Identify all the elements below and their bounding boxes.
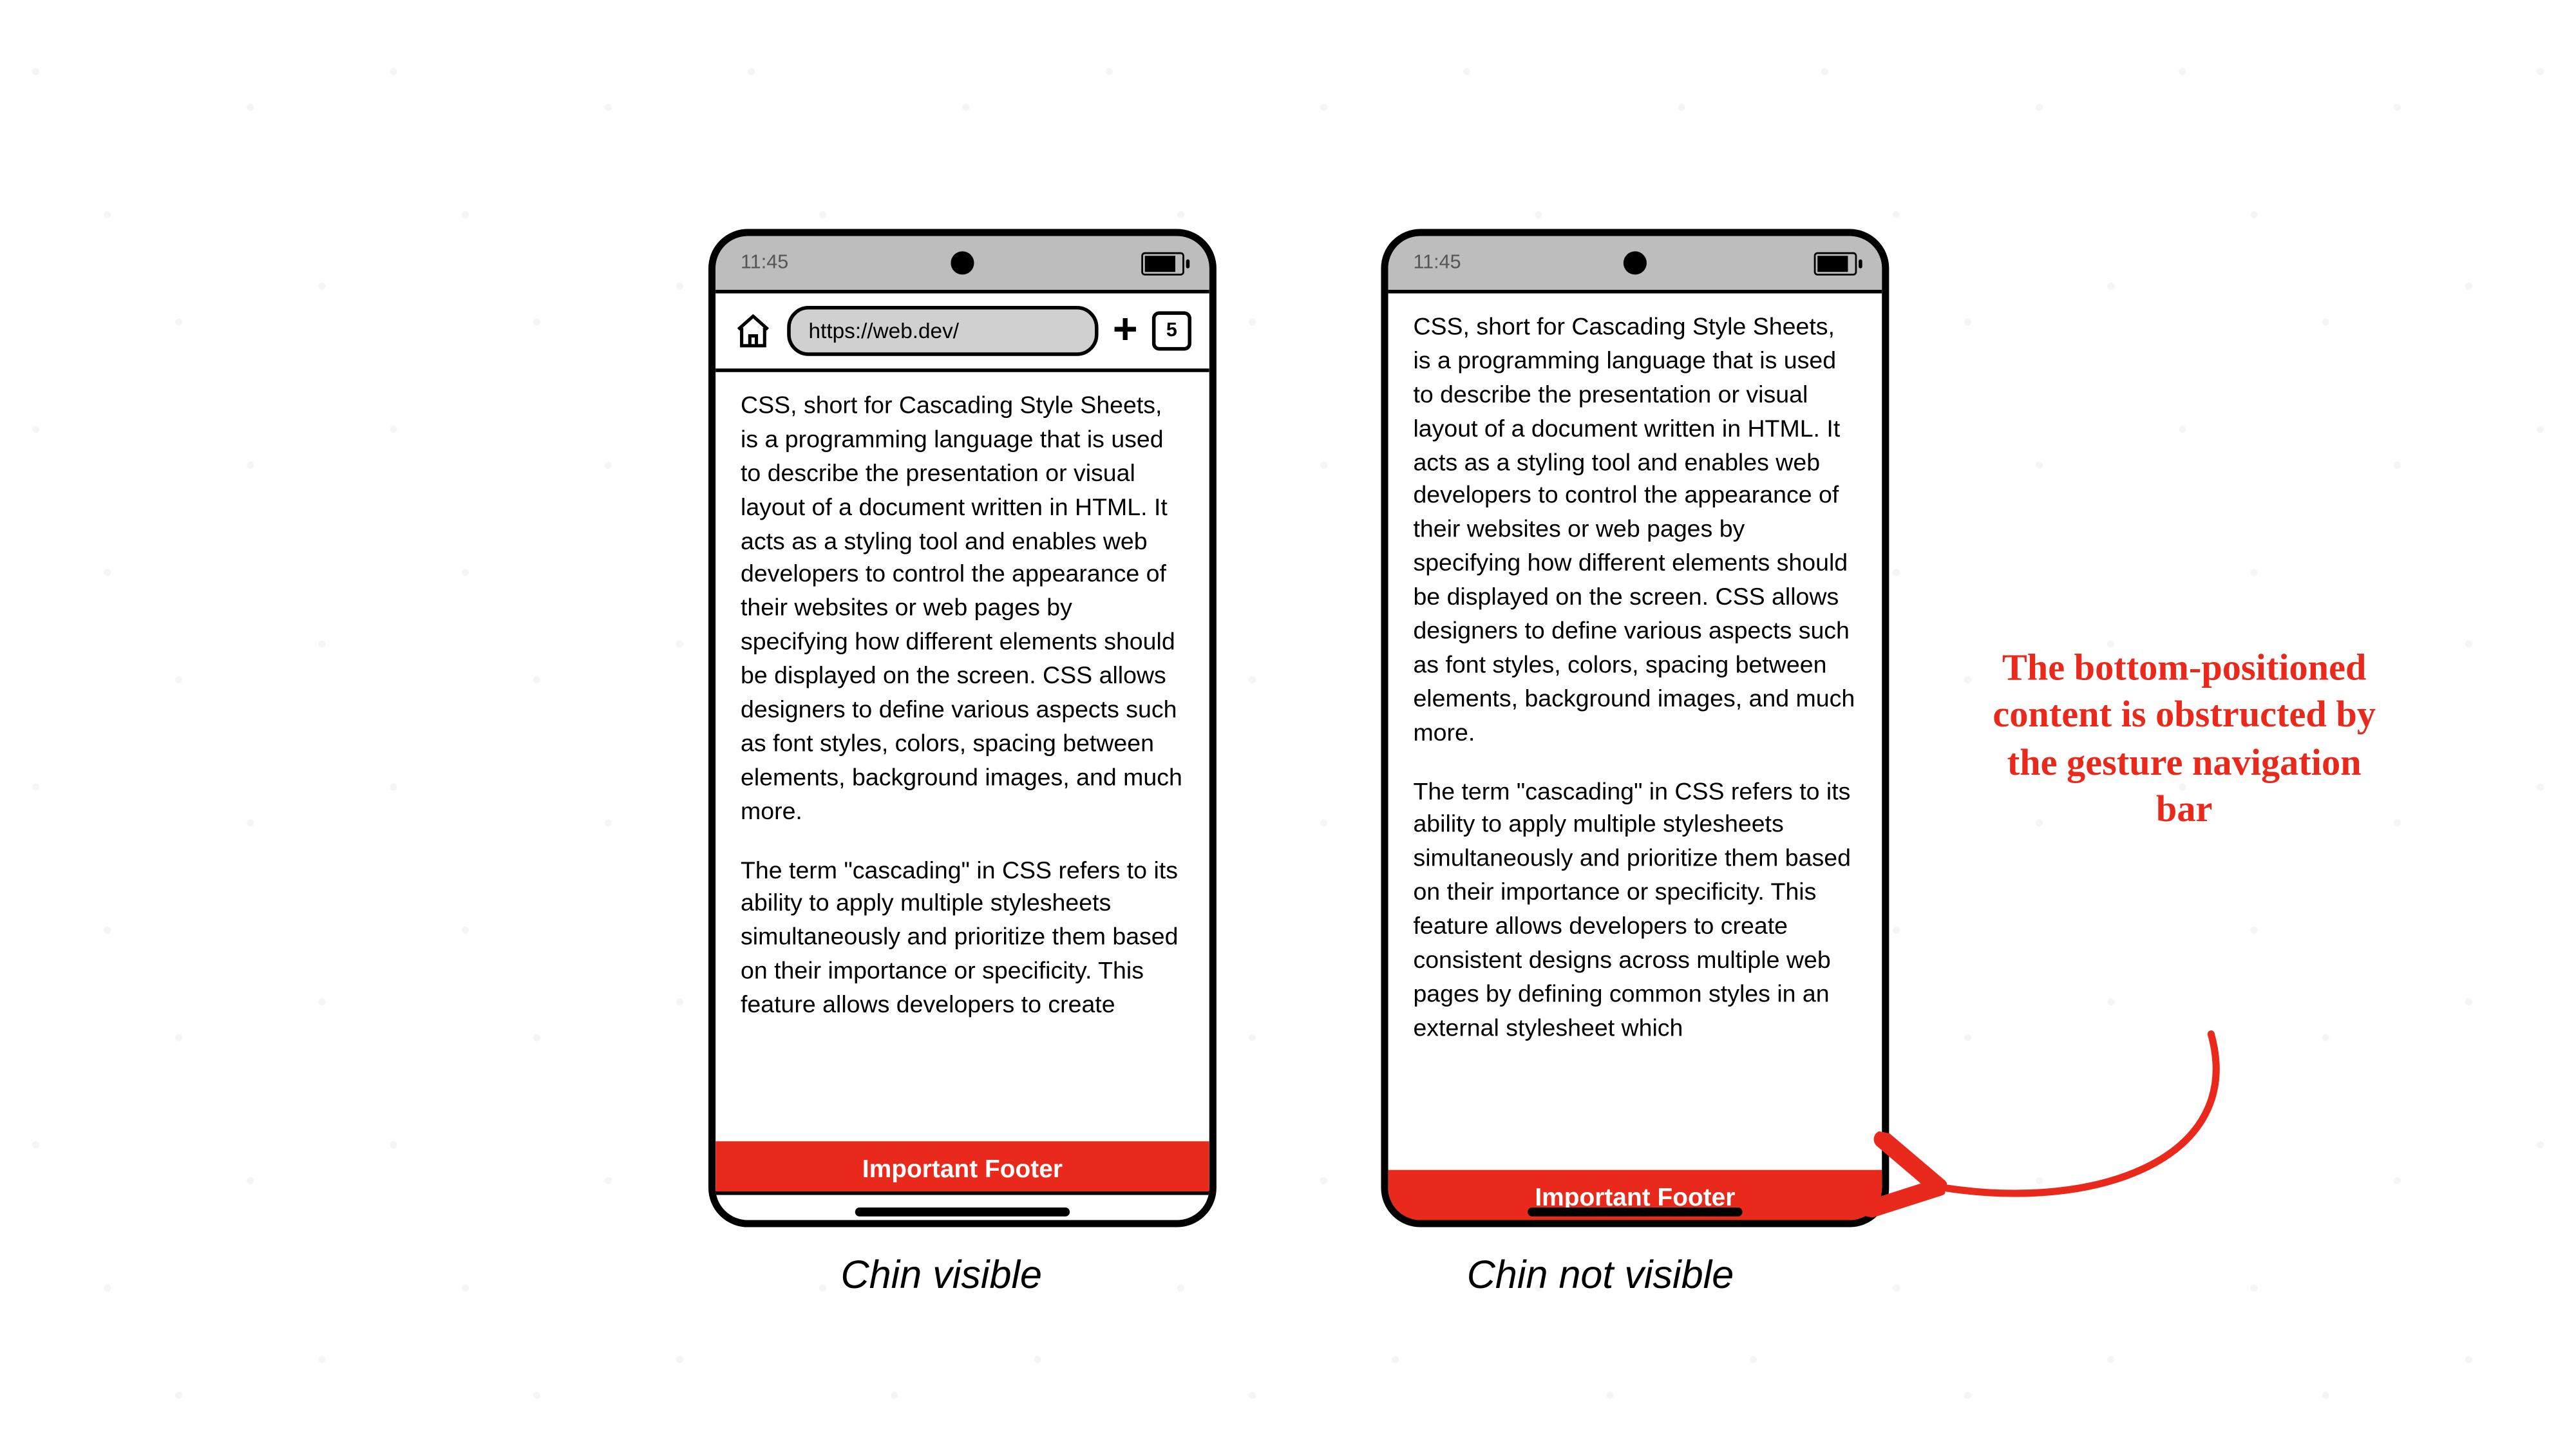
device-chin bbox=[715, 1191, 1209, 1227]
gesture-handle[interactable] bbox=[1528, 1208, 1742, 1217]
status-time: 11:45 bbox=[741, 252, 788, 274]
camera-icon bbox=[1624, 251, 1647, 274]
phone-chin-visible: 11:45 https://web.dev/ + 5 CSS, shor bbox=[708, 229, 1217, 1227]
url-field[interactable]: https://web.dev/ bbox=[787, 306, 1098, 356]
battery-icon bbox=[1141, 251, 1184, 274]
phone-chin-not-visible: 11:45 CSS, short for Cascading Style She… bbox=[1381, 229, 1889, 1227]
caption-chin-visible: Chin visible bbox=[841, 1252, 1043, 1298]
plus-icon[interactable]: + bbox=[1113, 310, 1138, 353]
footer-label: Important Footer bbox=[862, 1154, 1063, 1182]
home-icon[interactable] bbox=[734, 311, 773, 350]
page-content: CSS, short for Cascading Style Sheets, i… bbox=[1388, 294, 1882, 1046]
paragraph-1: CSS, short for Cascading Style Sheets, i… bbox=[741, 390, 1184, 829]
paragraph-2: The term "cascading" in CSS refers to it… bbox=[1413, 775, 1857, 1046]
status-bar: 11:45 bbox=[1388, 236, 1882, 294]
important-footer: Important Footer bbox=[715, 1141, 1209, 1195]
page-content: CSS, short for Cascading Style Sheets, i… bbox=[715, 372, 1209, 1023]
paragraph-2: The term "cascading" in CSS refers to it… bbox=[741, 855, 1184, 1023]
paragraph-1: CSS, short for Cascading Style Sheets, i… bbox=[1413, 311, 1857, 750]
status-time: 11:45 bbox=[1413, 252, 1461, 274]
gesture-handle[interactable] bbox=[855, 1207, 1070, 1216]
callout-text: The bottom-positioned content is obstruc… bbox=[1982, 644, 2387, 832]
status-bar: 11:45 bbox=[715, 236, 1209, 294]
browser-address-bar: https://web.dev/ + 5 bbox=[715, 294, 1209, 372]
tab-count: 5 bbox=[1166, 320, 1177, 341]
callout-arrow bbox=[1889, 1019, 2354, 1252]
page-viewport: CSS, short for Cascading Style Sheets, i… bbox=[715, 372, 1209, 1227]
page-viewport: CSS, short for Cascading Style Sheets, i… bbox=[1388, 294, 1882, 1224]
url-text: https://web.dev/ bbox=[809, 318, 959, 343]
tabs-icon[interactable]: 5 bbox=[1152, 311, 1191, 350]
caption-chin-not-visible: Chin not visible bbox=[1467, 1252, 1734, 1298]
battery-icon bbox=[1814, 251, 1857, 274]
camera-icon bbox=[951, 251, 974, 274]
footer-label: Important Footer bbox=[1535, 1182, 1735, 1211]
